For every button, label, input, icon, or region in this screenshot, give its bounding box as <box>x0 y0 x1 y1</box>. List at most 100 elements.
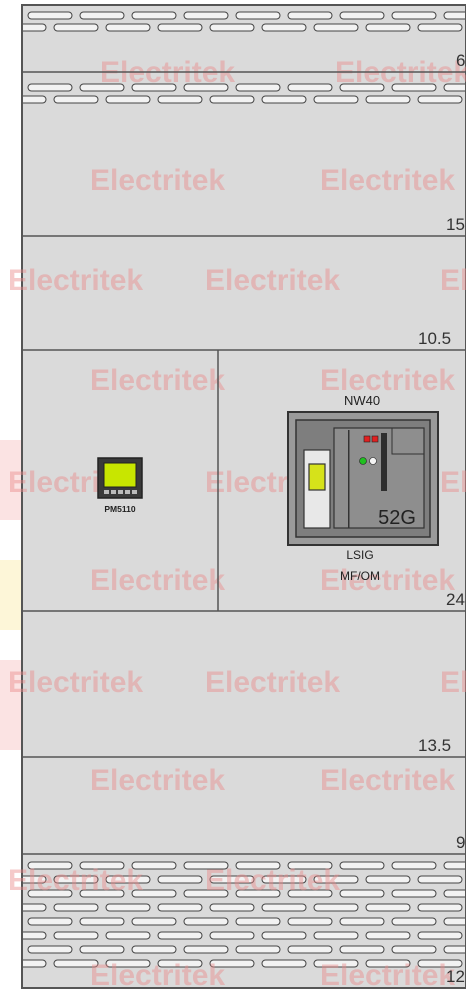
indicator-bar <box>381 433 387 491</box>
watermark-text: Electritek <box>90 364 225 397</box>
vent-slot <box>183 11 229 20</box>
vent-slot <box>365 931 411 940</box>
vent-slot <box>0 946 20 953</box>
watermark-text: Electritek <box>440 666 466 699</box>
vent-slot <box>23 931 47 940</box>
vent-slot <box>79 917 125 926</box>
vent-slot <box>365 875 411 884</box>
vent-slot <box>417 903 463 912</box>
vent-slot <box>261 95 307 104</box>
vent-slot <box>391 861 437 870</box>
vent-slot <box>0 12 20 19</box>
breaker-handle <box>308 463 326 491</box>
vent-slot <box>443 917 465 926</box>
meter-buttons <box>104 490 137 494</box>
vent-slot <box>287 917 333 926</box>
vent-slot <box>27 11 73 20</box>
vent-slot <box>261 23 307 32</box>
watermark-text: Electritek <box>8 666 143 699</box>
vent-slot <box>23 903 47 912</box>
vent-slot <box>183 917 229 926</box>
vent-slot <box>339 945 385 954</box>
vent-slot <box>0 84 20 91</box>
trip-unit-edge <box>348 430 350 528</box>
led-green <box>359 457 367 465</box>
vent-slot <box>313 95 359 104</box>
vent-slot <box>157 903 203 912</box>
vent-slot <box>391 889 437 898</box>
vent-slot <box>261 903 307 912</box>
watermark-text: Electritek <box>320 959 455 992</box>
vent-slot <box>79 11 125 20</box>
vent-slot <box>53 95 99 104</box>
watermark-text: Electritek <box>440 466 466 499</box>
vent-slot <box>443 889 465 898</box>
vent-slot <box>339 917 385 926</box>
vent-slot <box>105 931 151 940</box>
meter-label: PM5110 <box>104 504 135 514</box>
vent-slot <box>23 95 47 104</box>
vent-slot <box>209 931 255 940</box>
vent-slot <box>53 23 99 32</box>
dim-vent-bottom: 12 <box>446 967 465 986</box>
vent-slot <box>0 918 20 925</box>
vent-slot <box>443 861 465 870</box>
vent-slot <box>365 95 411 104</box>
vent-slot <box>235 11 281 20</box>
vent-slot <box>157 95 203 104</box>
watermark-text: Electritek <box>90 564 225 597</box>
watermark-text: Electritek <box>205 666 340 699</box>
meter-screen <box>103 462 137 488</box>
vent-slot <box>27 917 73 926</box>
vent-slot <box>105 903 151 912</box>
vent-slot <box>157 875 203 884</box>
breaker-model: NW40 <box>344 393 380 408</box>
vent-slot <box>23 959 47 968</box>
led-white <box>369 457 377 465</box>
vent-slot <box>53 903 99 912</box>
vent-slot <box>391 917 437 926</box>
vent-slot <box>157 931 203 940</box>
trip-unit-type: LSIG <box>346 548 373 562</box>
vent-slot <box>79 945 125 954</box>
watermark-text: Electritek <box>90 164 225 197</box>
vent-slot <box>105 95 151 104</box>
dim-section-4: 13.5 <box>418 736 451 755</box>
vent-slot <box>365 903 411 912</box>
power-meter: PM5110 <box>97 457 143 514</box>
watermark-text: Electritek <box>8 264 143 297</box>
vent-slot <box>235 917 281 926</box>
vent-slot <box>443 945 465 954</box>
vent-slot <box>339 889 385 898</box>
vent-slot <box>417 95 463 104</box>
watermark-text: Electritek <box>205 864 340 897</box>
vent-slot <box>365 23 411 32</box>
vent-slot <box>209 23 255 32</box>
vent-slot <box>53 931 99 940</box>
dim-vent-top: 6 <box>456 51 465 70</box>
vent-slot <box>27 945 73 954</box>
dim-device-section: 24 <box>446 590 465 609</box>
vent-slot <box>287 83 333 92</box>
vent-slot <box>417 875 463 884</box>
vent-slot <box>313 931 359 940</box>
vent-slot <box>417 931 463 940</box>
breaker-id: 52G <box>378 507 416 529</box>
vent-slot <box>287 11 333 20</box>
vent-slot <box>209 95 255 104</box>
vent-slot <box>23 23 47 32</box>
vent-slot <box>183 945 229 954</box>
vent-slot <box>339 11 385 20</box>
led-red-1 <box>363 435 371 443</box>
dim-section-1: 15 <box>446 215 465 234</box>
watermark-text: Electritek <box>320 764 455 797</box>
led-red-2 <box>371 435 379 443</box>
vent-slot <box>131 11 177 20</box>
vent-slot <box>313 903 359 912</box>
vent-slot <box>261 931 307 940</box>
edge-tint-yellow <box>0 560 22 630</box>
vent-slot <box>443 11 465 20</box>
watermark-text: Electritek <box>205 264 340 297</box>
vent-slot <box>391 11 437 20</box>
watermark-text: Electritek <box>90 764 225 797</box>
